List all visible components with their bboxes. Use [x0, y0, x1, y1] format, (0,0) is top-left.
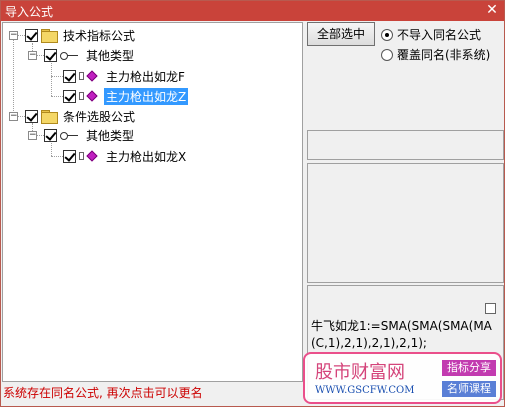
tree-node-other-types[interactable]: 其他类型 — [44, 46, 136, 64]
key-icon — [60, 129, 80, 141]
tree-node-label: 技术指标公式 — [63, 28, 136, 43]
formula-icon — [79, 149, 101, 163]
tree-node-formula-selected[interactable]: 主力枪出如龙Z — [63, 87, 189, 105]
tree-node-label: 主力枪出如龙Z — [104, 87, 189, 105]
radio-label: 覆盖同名(非系统) — [397, 48, 491, 62]
checkbox[interactable] — [25, 28, 38, 42]
tree-line — [51, 156, 63, 157]
tree-node-label: 条件选股公式 — [63, 109, 136, 124]
radio-button[interactable] — [381, 28, 393, 41]
tree-node-label: 其他类型 — [86, 128, 135, 143]
select-all-button[interactable]: 全部选中 — [307, 22, 375, 46]
checkbox[interactable] — [63, 89, 76, 103]
watermark-logo: 股市财富网 WWW.GSCFW.COM 指标分享 名师课程 — [303, 352, 502, 404]
tree-node-other-types[interactable]: 其他类型 — [44, 126, 136, 144]
watermark-tag: 指标分享 — [442, 360, 496, 376]
tree-node-label: 主力枪出如龙F — [106, 69, 185, 84]
tree-node-screening-formulas[interactable]: 条件选股公式 — [25, 107, 137, 125]
tree-node-label: 其他类型 — [86, 48, 135, 63]
tree-node-formula[interactable]: 主力枪出如龙X — [63, 147, 188, 165]
radio-label: 不导入同名公式 — [397, 28, 482, 42]
tree-node-formula[interactable]: 主力枪出如龙F — [63, 67, 187, 85]
tree-line — [51, 76, 63, 77]
checkbox[interactable] — [44, 128, 57, 142]
description-box — [307, 163, 504, 283]
key-icon — [60, 49, 80, 61]
tree-node-indicator-formulas[interactable]: 技术指标公式 — [25, 26, 137, 44]
radio-no-import[interactable]: 不导入同名公式 — [381, 26, 481, 43]
collapse-toggle[interactable]: − — [9, 31, 18, 40]
radio-button[interactable] — [381, 48, 393, 61]
checkbox[interactable] — [63, 149, 76, 163]
options-panel: 全部选中 不导入同名公式 覆盖同名(非系统) 牛飞如龙1:=SMA(SMA(SM… — [307, 22, 504, 400]
formula-tree: − − − − 技术指标公式 其他类型 主力枪出如龙F 主力枪出如龙Z 条件选股… — [2, 22, 303, 382]
import-formula-dialog: 导入公式 ✕ − − − − 技术指标公式 其他类型 主力枪出如龙F 主力枪出如… — [0, 0, 505, 407]
folder-icon — [41, 29, 58, 43]
tree-line — [51, 61, 52, 96]
formula-icon — [79, 89, 101, 103]
formula-icon — [79, 69, 101, 83]
checkbox[interactable] — [63, 69, 76, 83]
tree-line — [51, 96, 63, 97]
collapse-toggle[interactable]: − — [9, 112, 18, 121]
checkbox[interactable] — [44, 48, 57, 62]
info-box — [307, 130, 504, 160]
checkbox[interactable] — [25, 109, 38, 123]
window-title: 导入公式 — [5, 5, 54, 19]
title-bar: 导入公式 ✕ — [1, 1, 504, 21]
collapse-toggle[interactable]: − — [28, 51, 37, 60]
preview-checkbox[interactable] — [485, 303, 496, 314]
folder-icon — [41, 110, 58, 124]
watermark-title: 股市财富网 — [315, 362, 405, 383]
watermark-tag: 名师课程 — [442, 381, 496, 397]
collapse-toggle[interactable]: − — [28, 131, 37, 140]
tree-node-label: 主力枪出如龙X — [106, 149, 187, 164]
tree-line — [13, 37, 14, 117]
close-icon[interactable]: ✕ — [484, 2, 500, 18]
radio-overwrite[interactable]: 覆盖同名(非系统) — [381, 46, 490, 63]
watermark-url: WWW.GSCFW.COM — [315, 385, 415, 396]
formula-preview-text: 牛飞如龙1:=SMA(SMA(SMA(MA(C,1),2,1),2,1),2,1… — [311, 319, 492, 350]
status-message: 系统存在同名公式, 再次点击可以更名 — [3, 386, 203, 400]
